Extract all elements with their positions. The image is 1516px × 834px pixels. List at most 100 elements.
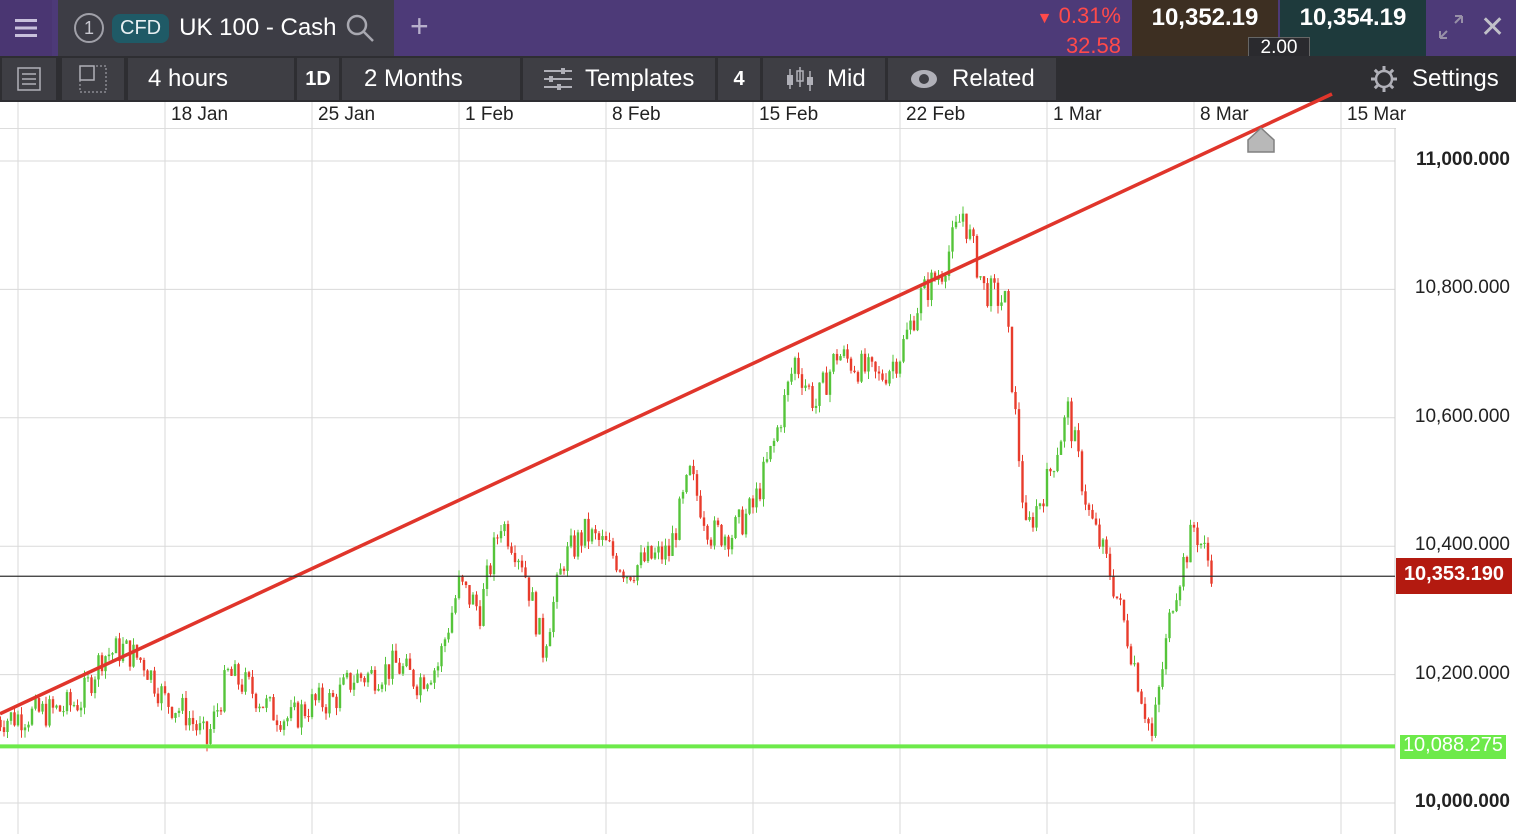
candle-body [13, 712, 16, 726]
candle-body [1045, 468, 1049, 507]
candle-body [1056, 454, 1059, 472]
candle-body [321, 687, 324, 708]
candle-body [1098, 524, 1101, 547]
candle-body [1087, 504, 1091, 510]
candle-body [828, 371, 832, 395]
candle-body [762, 461, 765, 500]
candle-body [842, 349, 846, 357]
candle-body [83, 677, 86, 708]
candle-body [580, 532, 583, 546]
candle-body [814, 405, 818, 408]
candle-body [132, 644, 135, 667]
candle-body [730, 537, 734, 550]
candle-body [968, 229, 972, 239]
candle-body [996, 282, 1000, 306]
candle-body [555, 574, 559, 602]
candle-body [1192, 524, 1196, 528]
candle-body [209, 729, 212, 744]
candle-body [1091, 509, 1094, 519]
candle-body [884, 379, 888, 384]
candle-body [1000, 302, 1003, 306]
candle-body [195, 724, 198, 731]
candle-body [363, 677, 366, 683]
candle-body [100, 655, 104, 672]
support-line-tag[interactable]: 10,088.275 [1400, 735, 1506, 759]
candle-body [356, 673, 359, 683]
candle-body [685, 474, 688, 493]
candle-body [751, 498, 755, 508]
candle-body [331, 693, 335, 697]
candle-body [170, 706, 174, 718]
candle-body [1010, 326, 1014, 392]
candle-body [1052, 471, 1056, 473]
candle-body [282, 721, 286, 730]
candle-body [317, 687, 321, 701]
x-tick-label: 25 Jan [318, 104, 376, 125]
candle-body [174, 712, 177, 718]
candle-body [48, 699, 51, 726]
candle-body [223, 670, 226, 712]
candle-body [538, 617, 541, 635]
candle-body [212, 711, 216, 730]
candle-body [849, 358, 853, 371]
candle-body [863, 353, 867, 372]
candle-body [468, 585, 471, 605]
candle-body [237, 664, 240, 685]
candle-body [226, 668, 230, 671]
candle-body [293, 702, 296, 708]
candle-body [1150, 723, 1154, 736]
candle-body [723, 536, 727, 546]
candle-body [1007, 291, 1010, 327]
candle-body [93, 679, 97, 694]
candle-body [744, 513, 748, 535]
candle-body [1059, 441, 1063, 455]
candle-body [958, 221, 961, 223]
candle-body [982, 276, 986, 284]
candle-body [867, 357, 870, 372]
candle-body [1199, 543, 1203, 546]
y-tick-label: 10,800.000 [1414, 277, 1510, 299]
candle-body [2, 727, 6, 732]
candle-body [177, 710, 181, 713]
candle-body [664, 545, 667, 560]
candle-body [191, 717, 195, 725]
candle-body [142, 659, 146, 671]
candle-body [30, 708, 34, 725]
candle-body [839, 356, 842, 361]
candle-body [930, 272, 933, 301]
candle-body [636, 565, 639, 581]
candle-body [240, 684, 244, 692]
candle-body [1175, 600, 1178, 612]
candle-body [167, 693, 170, 707]
candle-body [163, 686, 167, 694]
candle-body [111, 653, 114, 655]
candle-body [692, 465, 695, 475]
candle-body [590, 529, 594, 542]
candle-body [1094, 518, 1098, 525]
candle-body [247, 672, 251, 677]
candle-body [888, 371, 891, 384]
candle-body [709, 539, 713, 546]
candle-body [496, 537, 499, 539]
candle-body [433, 670, 436, 683]
candle-body [9, 712, 13, 721]
candle-body [702, 517, 706, 526]
candle-body [786, 381, 790, 396]
candle-body [359, 673, 363, 678]
candle-body [1003, 291, 1007, 303]
candle-body [737, 509, 741, 518]
candle-body [492, 537, 496, 575]
candle-body [699, 495, 702, 518]
candle-body [370, 669, 373, 674]
candle-body [758, 488, 762, 500]
candle-body [314, 694, 317, 701]
candle-body [769, 446, 772, 460]
candle-body [706, 525, 709, 540]
candle-body [387, 664, 391, 679]
candle-body [65, 692, 69, 712]
candle-body [1014, 391, 1017, 410]
candle-body [1154, 704, 1157, 736]
candle-body [310, 694, 314, 718]
candle-body [797, 357, 800, 375]
candle-body [513, 552, 517, 563]
